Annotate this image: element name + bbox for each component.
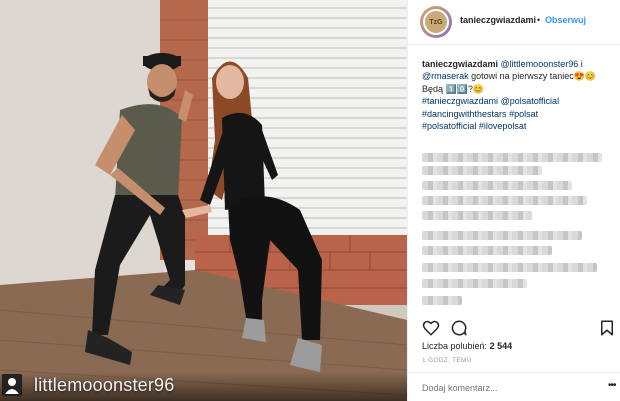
divider (408, 372, 620, 373)
caption-hashtag[interactable]: #polsatofficial (422, 121, 476, 131)
caption-hashtag[interactable]: #tanieczgwiazdami (422, 96, 498, 106)
redacted-comment (422, 166, 542, 175)
watermark-handle: littlemooonster96 (34, 375, 175, 395)
caption-username[interactable]: tanieczgwiazdami (422, 59, 498, 69)
caption-mention[interactable]: @littlemooonster96 (501, 59, 579, 69)
redacted-comment (422, 231, 582, 240)
caption-mention[interactable]: @rmaserak (422, 71, 469, 81)
post-header: TzG tanieczgwiazdami • Obserwuj (408, 0, 620, 45)
bookmark-icon[interactable] (598, 319, 616, 337)
avatar[interactable]: TzG (420, 6, 452, 38)
caption-text: i (578, 59, 583, 69)
likes-count[interactable]: Liczba polubień: 2 544 (422, 341, 512, 351)
likes-number: 2 544 (489, 341, 513, 351)
dance-photo-illustration (0, 0, 407, 401)
separator-dot: • (537, 15, 541, 25)
redacted-comment (422, 279, 527, 288)
caption-hashtag[interactable]: @polsatofficial (501, 96, 560, 106)
redacted-comment (422, 296, 462, 305)
post-side-panel: TzG tanieczgwiazdami • Obserwuj tanieczg… (407, 0, 620, 401)
redacted-comment (422, 153, 602, 162)
user-silhouette-icon (2, 374, 22, 396)
comment-input[interactable] (422, 383, 572, 393)
heart-outline-icon[interactable] (422, 319, 440, 337)
caption-hashtag[interactable]: #polsat (509, 109, 538, 119)
post-actions (422, 319, 613, 339)
post-username[interactable]: tanieczgwiazdami (460, 15, 536, 25)
instagram-post: littlemooonster96 TzG tanieczgwiazdami •… (0, 0, 620, 401)
redacted-comment (422, 263, 597, 272)
follow-button[interactable]: Obserwuj (545, 15, 586, 25)
post-photo[interactable]: littlemooonster96 (0, 0, 407, 401)
speech-bubble-icon[interactable] (450, 319, 468, 337)
redacted-comment (422, 196, 587, 205)
caption-hashtag[interactable]: #ilovepolsat (479, 121, 527, 131)
ellipsis-icon[interactable]: ••• (608, 380, 616, 391)
redacted-comment (422, 211, 532, 220)
caption-text: Będą 1️⃣0️⃣?😊 (422, 83, 485, 94)
likes-label: Liczba polubień: (422, 341, 490, 351)
caption-hashtag[interactable]: #dancingwiththestars (422, 109, 507, 119)
post-caption: tanieczgwiazdami @littlemooonster96 i @r… (422, 58, 612, 132)
redacted-comment (422, 246, 552, 255)
redacted-comment (422, 181, 572, 190)
caption-text: gotowi na pierwszy taniec😍😊 (468, 71, 597, 82)
post-timestamp: 1 GODZ. TEMU (422, 357, 472, 364)
avatar-image: TzG (423, 9, 449, 35)
